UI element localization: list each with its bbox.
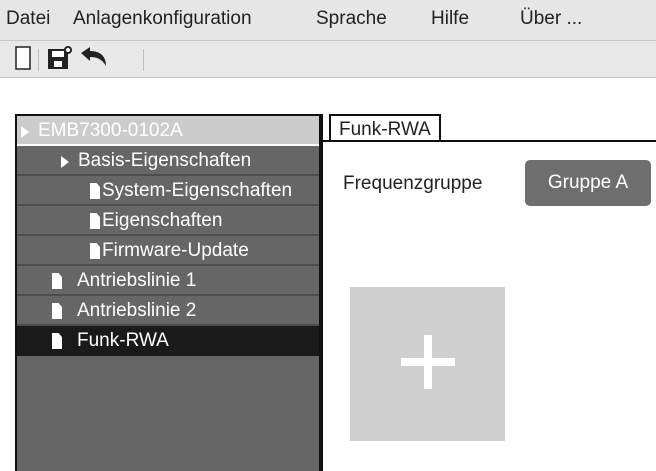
menu-ueber[interactable]: Über ... <box>520 8 582 30</box>
document-icon <box>90 183 100 199</box>
tab-underline <box>323 140 656 142</box>
toolbar-separator <box>38 49 39 71</box>
menu-sprache[interactable]: Sprache <box>316 8 387 30</box>
tree-item-label: Firmware-Update <box>102 240 249 261</box>
tree-item-antriebslinie-2[interactable]: Antriebslinie 2 <box>17 296 319 326</box>
undo-icon[interactable] <box>78 46 110 77</box>
tree-item-antriebslinie-1[interactable]: Antriebslinie 1 <box>17 266 319 296</box>
tree-item-funk-rwa[interactable]: Funk-RWA <box>17 326 319 356</box>
menu-hilfe[interactable]: Hilfe <box>431 8 469 30</box>
frequency-group-label: Frequenzgruppe <box>343 173 483 194</box>
tree-item-label: System-Eigenschaften <box>102 180 293 201</box>
menu-bar: Datei Anlagenkonfiguration Sprache Hilfe… <box>0 0 656 41</box>
tab-funk-rwa[interactable]: Funk-RWA <box>329 114 441 142</box>
tree-item-eigenschaften[interactable]: Eigenschaften <box>17 206 319 236</box>
new-document-icon[interactable] <box>15 46 31 75</box>
menu-anlagenkonfiguration[interactable]: Anlagenkonfiguration <box>73 8 252 30</box>
tree-item-label: Antriebslinie 2 <box>77 300 197 321</box>
chevron-right-icon <box>21 126 29 138</box>
tree-item-firmware-update[interactable]: Firmware-Update <box>17 236 319 266</box>
document-icon <box>52 333 62 349</box>
tree-panel: EMB7300-0102A Basis-Eigenschaften System… <box>15 114 321 471</box>
document-icon <box>52 273 62 289</box>
plus-icon <box>424 335 432 389</box>
tree-item-label: EMB7300-0102A <box>38 120 183 141</box>
toolbar <box>0 41 656 78</box>
group-a-button[interactable]: Gruppe A <box>525 160 651 206</box>
tree-item-emb7300[interactable]: EMB7300-0102A <box>17 116 319 146</box>
toolbar-separator <box>143 49 144 71</box>
tree-item-label: Antriebslinie 1 <box>77 270 197 291</box>
document-icon <box>52 303 62 319</box>
detail-panel: Funk-RWA Frequenzgruppe Gruppe A <box>321 114 656 471</box>
document-icon <box>90 243 100 259</box>
tree-item-basis-eigenschaften[interactable]: Basis-Eigenschaften <box>17 146 319 176</box>
tree-item-label: Funk-RWA <box>77 330 169 351</box>
tree-item-system-eigenschaften[interactable]: System-Eigenschaften <box>17 176 319 206</box>
save-icon[interactable] <box>46 46 74 77</box>
document-icon <box>90 213 100 229</box>
add-button[interactable] <box>350 287 505 441</box>
tree-item-label: Eigenschaften <box>102 210 223 231</box>
menu-datei[interactable]: Datei <box>6 8 50 30</box>
tree-item-label: Basis-Eigenschaften <box>78 150 252 171</box>
chevron-right-icon <box>61 156 69 168</box>
